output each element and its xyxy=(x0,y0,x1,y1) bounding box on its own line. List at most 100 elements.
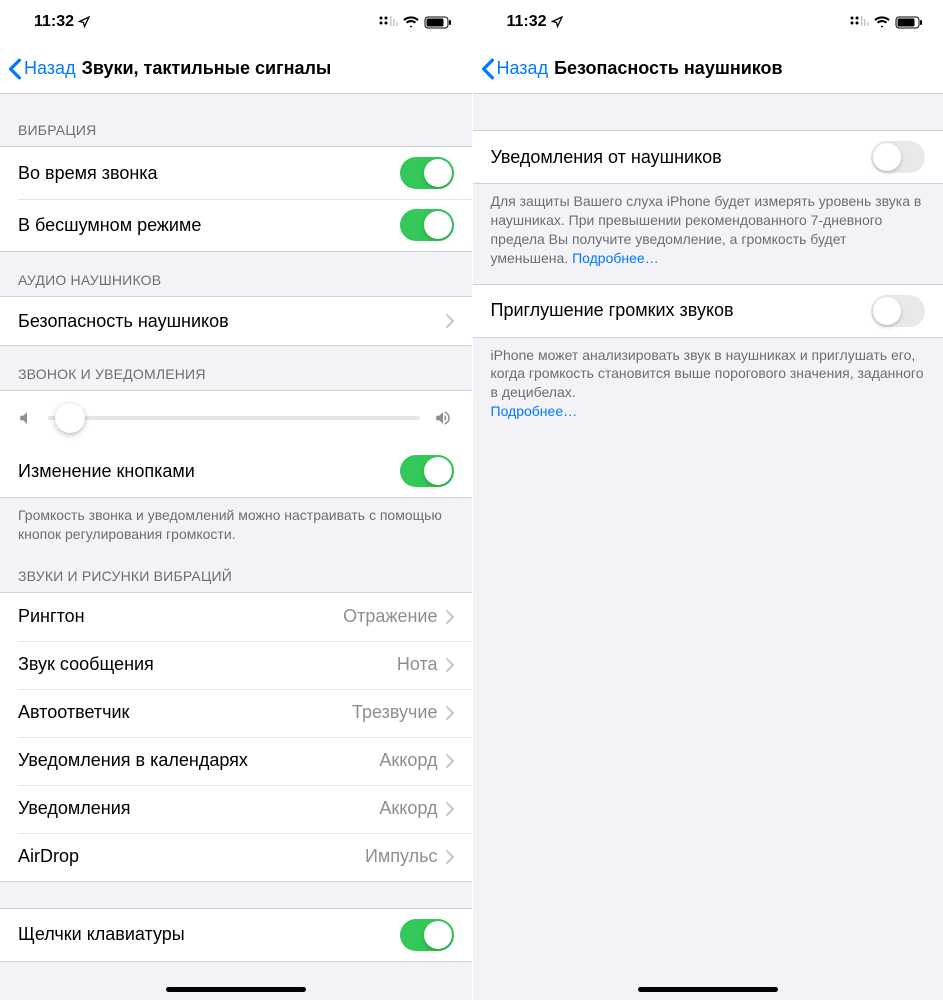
vibration-group: Во время звонка В бесшумном режиме xyxy=(0,146,472,252)
change-with-buttons-toggle[interactable] xyxy=(400,455,454,487)
cell-label: Рингтон xyxy=(18,606,343,627)
cell-label: Уведомления в календарях xyxy=(18,750,379,771)
speaker-low-icon xyxy=(18,409,36,427)
phone-left: 11:32 Назад Звуки, тактильные сигналы ВИ… xyxy=(0,0,472,1000)
nav-bar: Назад Звуки, тактильные сигналы xyxy=(0,44,472,94)
headphone-audio-group: Безопасность наушников xyxy=(0,296,472,346)
sound-cell[interactable]: РингтонОтражение xyxy=(0,593,472,641)
vibrate-on-silent-cell[interactable]: В бесшумном режиме xyxy=(0,199,472,251)
wifi-icon xyxy=(402,16,420,29)
sound-cell[interactable]: AirDropИмпульс xyxy=(0,833,472,881)
section-header-ringer: ЗВОНОК И УВЕДОМЛЕНИЯ xyxy=(0,346,472,390)
cell-value: Нота xyxy=(397,654,438,675)
chevron-right-icon xyxy=(446,850,454,864)
chevron-right-icon xyxy=(446,314,454,328)
cell-label: AirDrop xyxy=(18,846,365,867)
reduce-loud-sounds-cell[interactable]: Приглушение громких звуков xyxy=(473,285,943,337)
back-label: Назад xyxy=(497,58,549,79)
cell-label: Щелчки клавиатуры xyxy=(18,924,400,945)
cell-label: В бесшумном режиме xyxy=(18,215,400,236)
reduce-loud-sounds-toggle[interactable] xyxy=(871,295,925,327)
sound-cell[interactable]: АвтоответчикТрезвучие xyxy=(0,689,472,737)
time-label: 11:32 xyxy=(507,13,547,31)
cell-value: Импульс xyxy=(365,846,438,867)
cell-value: Отражение xyxy=(343,606,437,627)
cell-label: Приглушение громких звуков xyxy=(491,300,872,321)
headphone-notifications-toggle[interactable] xyxy=(871,141,925,173)
status-icons xyxy=(378,15,452,29)
vibrate-on-ring-toggle[interactable] xyxy=(400,157,454,189)
nav-bar: Назад Безопасность наушников xyxy=(473,44,943,94)
cell-label: Звук сообщения xyxy=(18,654,397,675)
cell-label: Безопасность наушников xyxy=(18,311,446,332)
chevron-right-icon xyxy=(446,658,454,672)
settings-content[interactable]: ВИБРАЦИЯ Во время звонка В бесшумном реж… xyxy=(0,94,472,1000)
vibrate-on-silent-toggle[interactable] xyxy=(400,209,454,241)
settings-content[interactable]: Уведомления от наушников Для защиты Ваше… xyxy=(473,94,943,1000)
keyboard-clicks-cell[interactable]: Щелчки клавиатуры xyxy=(0,909,472,961)
section-header-sounds: ЗВУКИ И РИСУНКИ ВИБРАЦИЙ xyxy=(0,560,472,592)
status-icons xyxy=(849,15,923,29)
chevron-right-icon xyxy=(446,706,454,720)
headphone-notifications-cell[interactable]: Уведомления от наушников xyxy=(473,131,943,183)
cell-value: Трезвучие xyxy=(352,702,437,723)
battery-icon xyxy=(895,16,923,29)
notifications-group: Уведомления от наушников xyxy=(473,130,943,184)
home-indicator[interactable] xyxy=(166,987,306,992)
dual-sim-icon xyxy=(378,15,398,29)
location-icon xyxy=(78,16,90,28)
reduce-group: Приглушение громких звуков xyxy=(473,284,943,338)
status-time: 11:32 xyxy=(507,13,563,31)
ringer-footer: Громкость звонка и уведомлений можно нас… xyxy=(0,498,472,560)
location-icon xyxy=(551,16,563,28)
back-button[interactable]: Назад xyxy=(8,58,76,80)
notifications-footer: Для защиты Вашего слуха iPhone будет изм… xyxy=(473,184,943,284)
vibrate-on-ring-cell[interactable]: Во время звонка xyxy=(0,147,472,199)
cell-label: Автоответчик xyxy=(18,702,352,723)
footer-text-content: Для защиты Вашего слуха iPhone будет изм… xyxy=(491,193,922,266)
home-indicator[interactable] xyxy=(638,987,778,992)
wifi-icon xyxy=(873,16,891,29)
cell-label: Во время звонка xyxy=(18,163,400,184)
speaker-high-icon xyxy=(432,409,454,427)
reduce-footer: iPhone может анализировать звук в наушни… xyxy=(473,338,943,438)
back-label: Назад xyxy=(24,58,76,79)
learn-more-link[interactable]: Подробнее… xyxy=(572,250,659,266)
cell-label: Уведомления xyxy=(18,798,379,819)
keyboard-group: Щелчки клавиатуры xyxy=(0,908,472,962)
footer-text-content: iPhone может анализировать звук в наушни… xyxy=(491,347,924,401)
section-header-vibration: ВИБРАЦИЯ xyxy=(0,94,472,146)
status-bar: 11:32 xyxy=(473,0,943,44)
status-bar: 11:32 xyxy=(0,0,472,44)
sound-cell[interactable]: Звук сообщенияНота xyxy=(0,641,472,689)
ringer-volume-slider-cell xyxy=(0,391,472,445)
chevron-left-icon xyxy=(481,58,495,80)
cell-value: Аккорд xyxy=(379,750,437,771)
back-button[interactable]: Назад xyxy=(481,58,549,80)
ringer-group: Изменение кнопками xyxy=(0,390,472,498)
change-with-buttons-cell[interactable]: Изменение кнопками xyxy=(0,445,472,497)
slider-thumb[interactable] xyxy=(55,403,85,433)
volume-slider[interactable] xyxy=(48,416,420,420)
chevron-right-icon xyxy=(446,802,454,816)
sounds-group: РингтонОтражениеЗвук сообщенияНотаАвтоот… xyxy=(0,592,472,882)
phone-right: 11:32 Назад Безопасность наушников Уведо… xyxy=(472,0,943,1000)
chevron-right-icon xyxy=(446,754,454,768)
time-label: 11:32 xyxy=(34,13,74,31)
cell-label: Изменение кнопками xyxy=(18,461,400,482)
battery-icon xyxy=(424,16,452,29)
cell-value: Аккорд xyxy=(379,798,437,819)
keyboard-clicks-toggle[interactable] xyxy=(400,919,454,951)
cell-label: Уведомления от наушников xyxy=(491,147,872,168)
dual-sim-icon xyxy=(849,15,869,29)
nav-title: Звуки, тактильные сигналы xyxy=(82,58,332,79)
nav-title: Безопасность наушников xyxy=(554,58,783,79)
headphone-safety-cell[interactable]: Безопасность наушников xyxy=(0,297,472,345)
sound-cell[interactable]: Уведомления в календаряхАккорд xyxy=(0,737,472,785)
section-header-headphone-audio: АУДИО НАУШНИКОВ xyxy=(0,252,472,296)
chevron-right-icon xyxy=(446,610,454,624)
status-time: 11:32 xyxy=(34,13,90,31)
learn-more-link[interactable]: Подробнее… xyxy=(491,403,578,419)
chevron-left-icon xyxy=(8,58,22,80)
sound-cell[interactable]: УведомленияАккорд xyxy=(0,785,472,833)
